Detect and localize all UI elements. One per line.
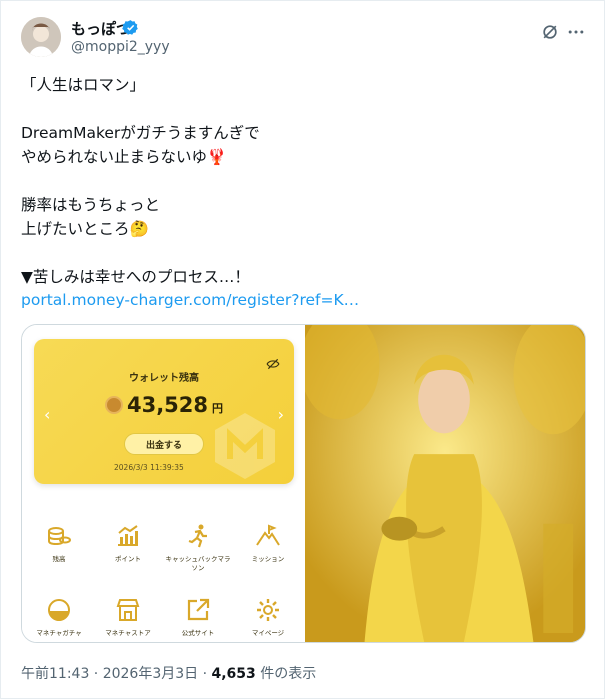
- grid-item-missions: ミッション: [233, 523, 303, 564]
- tweet-timestamp[interactable]: 午前11:43 · 2026年3月3日 ·: [21, 666, 212, 682]
- grid-item-store: マネチャストア: [93, 597, 163, 638]
- avatar[interactable]: [21, 17, 61, 57]
- verified-badge-icon: [122, 20, 138, 35]
- tweet-text: 「人生はロマン」 DreamMakerがガチうますんぎで やめられない止まらない…: [21, 76, 260, 286]
- view-count-suffix: 件の表示: [255, 666, 317, 682]
- wallet-date: 2026/3/3 11:39:35: [114, 463, 184, 472]
- coin-icon: [104, 396, 123, 414]
- eye-off-icon: [266, 357, 280, 374]
- grok-icon[interactable]: [539, 21, 561, 43]
- wallet-title: ウォレット残高: [129, 373, 199, 384]
- app-screenshot[interactable]: ウォレット残高 ‹ › 43,528 円 出金する 2026/3/3 11:39…: [22, 325, 305, 642]
- photo-image[interactable]: [305, 325, 585, 642]
- tweet-media[interactable]: ウォレット残高 ‹ › 43,528 円 出金する 2026/3/3 11:39…: [21, 324, 586, 643]
- runner-icon: [188, 524, 207, 548]
- chart-icon: [118, 525, 138, 546]
- withdraw-button: 出金する: [124, 433, 204, 455]
- grid-item-balance: 残高: [24, 523, 94, 564]
- user-handle[interactable]: @moppi2_yyy: [71, 39, 170, 55]
- grid-item-cashback-marathon: キャッシュバックマラソン: [163, 523, 233, 573]
- tweet-card: もっぽつ @moppi2_yyy 「人生はロマン」 DreamMakerがガチう…: [0, 0, 605, 699]
- grid-item-mypage: マイページ: [233, 597, 303, 638]
- grid-item-points: ポイント: [93, 523, 163, 564]
- tweet-link[interactable]: portal.money-charger.com/register?ref=K…: [21, 291, 359, 309]
- wallet-amount: 43,528: [126, 393, 209, 417]
- more-icon[interactable]: [565, 21, 587, 43]
- view-count: 4,653: [211, 666, 256, 682]
- tweet-header: もっぽつ @moppi2_yyy: [21, 15, 591, 61]
- tweet-footer: 午前11:43 · 2026年3月3日 · 4,653 件の表示: [21, 663, 316, 683]
- grid-item-gacha: マネチャガチャ: [24, 597, 94, 638]
- gacha-icon: [48, 599, 70, 621]
- mountain-icon: [256, 524, 280, 546]
- wallet-card: ウォレット残高 ‹ › 43,528 円 出金する 2026/3/3 11:39…: [34, 339, 294, 484]
- m-logo-icon: [215, 413, 275, 479]
- external-link-icon: [187, 598, 210, 621]
- store-icon: [116, 599, 140, 621]
- gear-icon: [257, 599, 279, 621]
- grid-item-official-site: 公式サイト: [163, 597, 233, 638]
- coins-icon: [48, 527, 71, 546]
